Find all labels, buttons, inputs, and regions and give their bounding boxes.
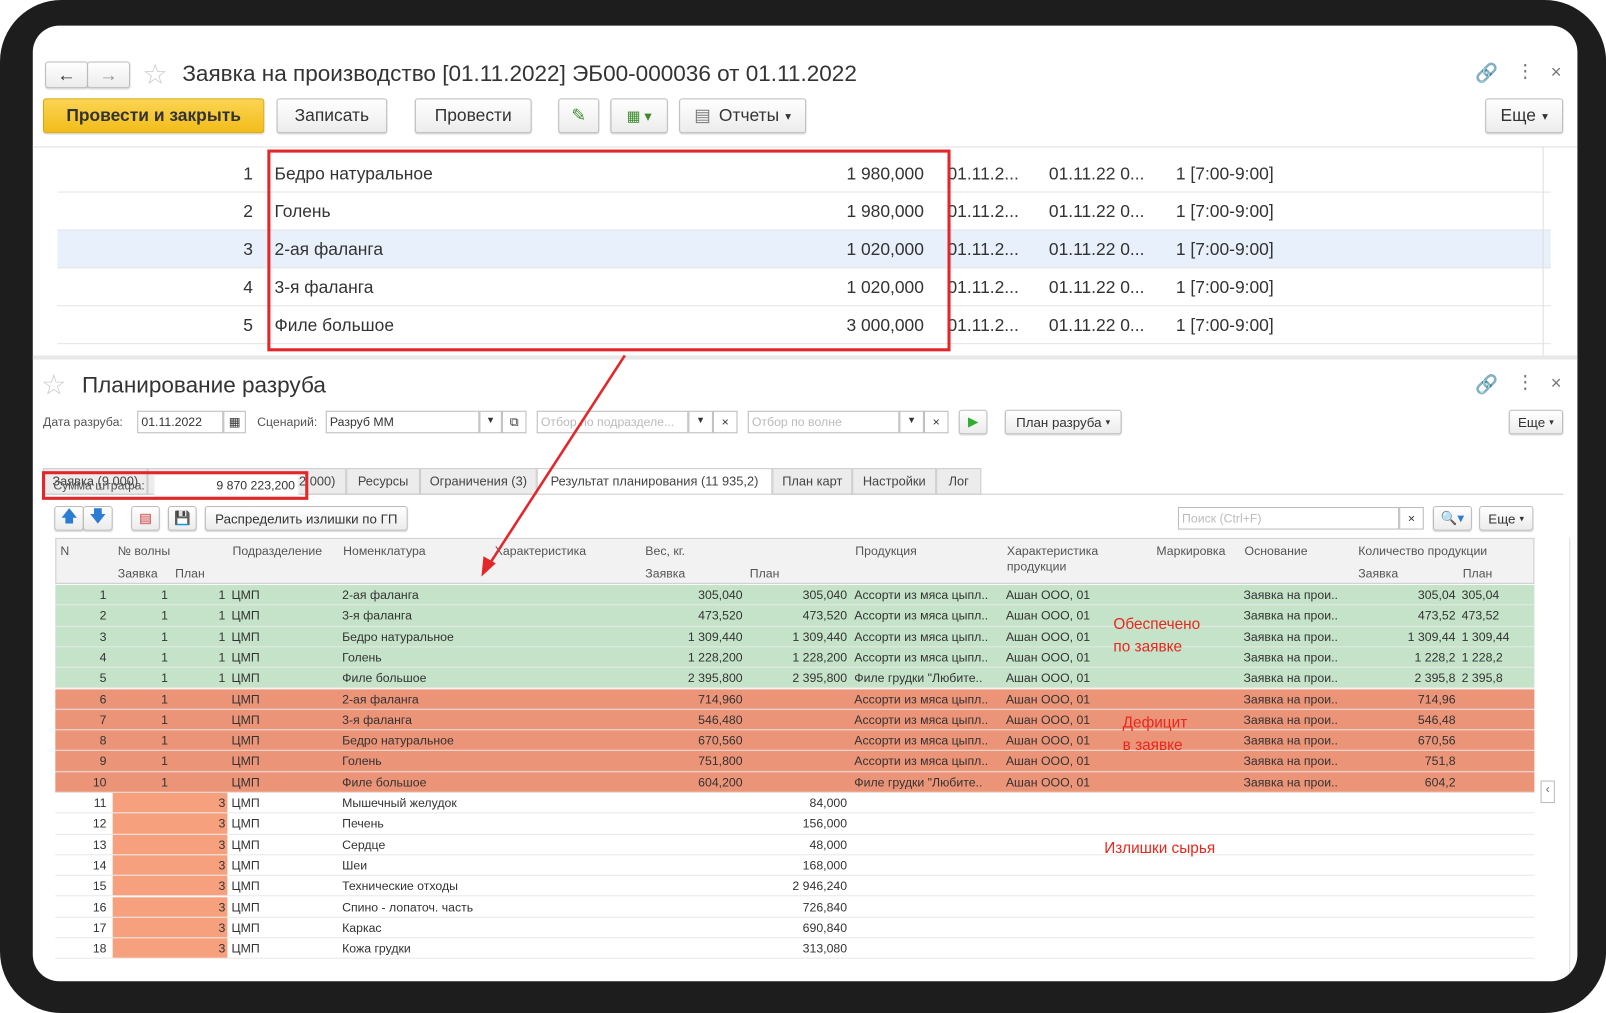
annotation-arrow [481,354,626,577]
screen: ← → ☆ Заявка на производство [01.11.2022… [32,25,1578,982]
